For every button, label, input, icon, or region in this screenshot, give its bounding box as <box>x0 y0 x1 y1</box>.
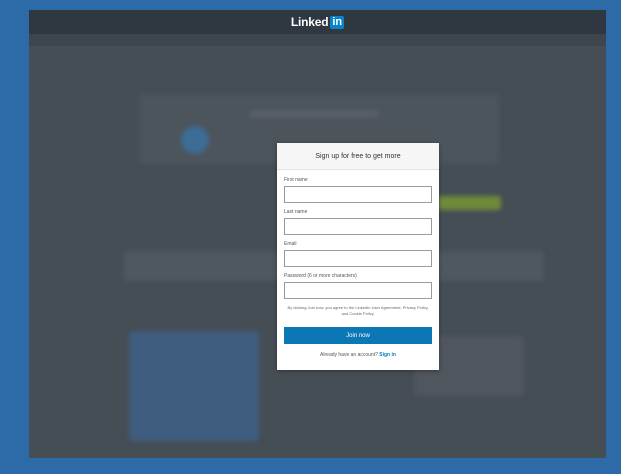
join-now-button[interactable]: Join now <box>284 327 432 344</box>
password-label: Password (6 or more characters) <box>284 273 357 279</box>
signin-prompt: Already have an account? <box>320 352 378 358</box>
first-name-input[interactable] <box>284 186 432 203</box>
browser-frame: Linked in Sign up for free to get more F… <box>29 10 606 458</box>
background-button <box>437 196 501 210</box>
background-avatar-icon <box>181 126 209 154</box>
signin-row: Already have an account? Sign in <box>284 352 432 358</box>
signup-form: First name Last name Email Password (6 o… <box>277 170 439 358</box>
background-heading <box>249 111 379 117</box>
password-input[interactable] <box>284 282 432 299</box>
secondary-bar <box>29 34 606 46</box>
last-name-label: Last name <box>284 209 308 215</box>
email-label: Email <box>284 241 297 247</box>
last-name-input[interactable] <box>284 218 432 235</box>
logo-in-badge: in <box>330 15 345 29</box>
legal-agreement-text: By clicking Join now, you agree to the L… <box>287 305 429 316</box>
modal-title: Sign up for free to get more <box>277 143 439 170</box>
first-name-label: First name <box>284 177 308 183</box>
signin-link[interactable]: Sign in <box>379 352 396 358</box>
top-navigation-bar: Linked in <box>29 10 606 34</box>
background-image-left <box>129 331 259 441</box>
email-input[interactable] <box>284 250 432 267</box>
signup-modal: Sign up for free to get more First name … <box>277 143 439 370</box>
linkedin-logo[interactable]: Linked in <box>290 15 345 29</box>
logo-wordmark: Linked <box>290 15 329 29</box>
